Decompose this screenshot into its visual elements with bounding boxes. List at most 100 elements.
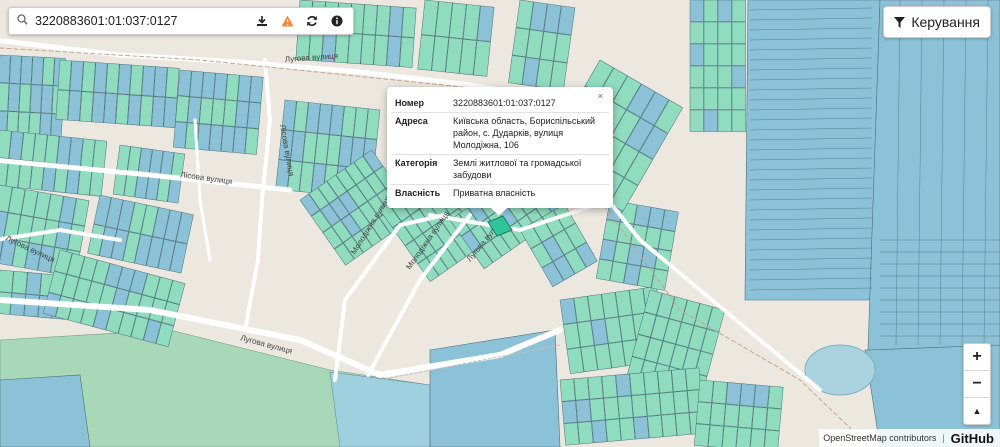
parcel[interactable] <box>69 60 84 92</box>
parcel[interactable] <box>689 0 704 22</box>
parcel[interactable] <box>362 4 378 36</box>
search-input[interactable] <box>35 14 235 28</box>
parcel[interactable] <box>739 383 756 407</box>
download-icon[interactable] <box>250 9 274 33</box>
parcel[interactable] <box>721 426 738 447</box>
parcel[interactable] <box>115 93 130 125</box>
parcel[interactable] <box>673 390 690 414</box>
parcel[interactable] <box>605 418 622 442</box>
parcel[interactable] <box>0 82 10 112</box>
parcel[interactable] <box>725 382 742 406</box>
parcel[interactable] <box>753 384 770 408</box>
parcel[interactable] <box>573 377 590 401</box>
parcel[interactable] <box>105 63 120 94</box>
github-link[interactable]: GitHub <box>951 431 994 446</box>
parcel[interactable] <box>717 21 732 44</box>
parcel[interactable] <box>717 0 732 22</box>
parcel[interactable] <box>211 98 226 126</box>
parcel[interactable] <box>223 99 238 127</box>
parcel[interactable] <box>213 72 228 100</box>
parcel[interactable] <box>587 376 604 400</box>
parcel[interactable] <box>141 65 156 97</box>
parcel[interactable] <box>165 67 180 99</box>
parcel[interactable] <box>694 423 710 447</box>
parcel[interactable] <box>117 63 132 95</box>
parcel[interactable] <box>695 401 712 425</box>
parcel[interactable] <box>103 93 118 124</box>
parcel[interactable] <box>697 379 714 403</box>
parcel[interactable] <box>0 269 14 293</box>
parcel[interactable] <box>151 96 166 128</box>
parcel[interactable] <box>717 43 732 66</box>
parcel[interactable] <box>731 21 746 44</box>
parcel[interactable] <box>661 413 678 437</box>
parcel[interactable] <box>31 56 44 86</box>
parcel[interactable] <box>153 66 168 98</box>
parcel[interactable] <box>659 391 676 416</box>
control-button[interactable]: Керування <box>883 6 991 38</box>
parcel[interactable] <box>67 90 82 122</box>
parcel[interactable] <box>689 21 704 44</box>
parcel[interactable] <box>749 428 766 447</box>
north-arrow-button[interactable]: ▲ <box>964 397 990 424</box>
parcel[interactable] <box>23 294 40 318</box>
parcel[interactable] <box>633 416 650 440</box>
parcel[interactable] <box>91 92 106 123</box>
parcel[interactable] <box>703 21 718 44</box>
parcel[interactable] <box>591 419 608 444</box>
close-icon[interactable]: × <box>598 91 603 101</box>
parcel[interactable] <box>561 400 578 424</box>
parcel[interactable] <box>360 34 376 66</box>
parcel[interactable] <box>643 371 660 395</box>
parcel[interactable] <box>93 62 108 94</box>
parcel[interactable] <box>347 33 363 65</box>
parcel[interactable] <box>220 125 236 153</box>
parcel[interactable] <box>731 65 746 88</box>
parcel[interactable] <box>647 415 664 439</box>
parcel[interactable] <box>707 424 724 447</box>
parcel[interactable] <box>208 124 224 152</box>
parcel[interactable] <box>9 55 22 84</box>
parcel[interactable] <box>175 95 190 123</box>
parcel[interactable] <box>671 368 688 392</box>
parcel[interactable] <box>177 69 192 97</box>
parcel[interactable] <box>139 95 154 127</box>
parcel[interactable] <box>401 6 417 38</box>
parcel[interactable] <box>645 393 662 417</box>
parcel[interactable] <box>617 395 634 419</box>
map-canvas[interactable]: Лугова вулиця Лісова вулиця Лісова вулиц… <box>0 0 1000 447</box>
parcel[interactable] <box>18 83 32 113</box>
refresh-icon[interactable] <box>300 9 324 33</box>
parcel[interactable] <box>79 91 94 123</box>
parcel[interactable] <box>601 374 618 399</box>
parcel[interactable] <box>631 394 648 418</box>
parcel[interactable] <box>675 412 692 436</box>
parcel[interactable] <box>244 127 259 155</box>
parcel[interactable] <box>603 396 620 420</box>
info-icon[interactable] <box>325 9 349 33</box>
parcel[interactable] <box>201 71 216 99</box>
parcel[interactable] <box>731 43 746 66</box>
parcel[interactable] <box>723 404 740 428</box>
parcel[interactable] <box>703 0 718 22</box>
parcel[interactable] <box>685 367 702 391</box>
parcel[interactable] <box>731 87 746 110</box>
parcel[interactable] <box>235 100 250 128</box>
parcel[interactable] <box>619 417 636 441</box>
parcel[interactable] <box>25 272 42 296</box>
parcel[interactable] <box>751 406 768 430</box>
parcel[interactable] <box>40 85 54 114</box>
parcel[interactable] <box>629 372 646 396</box>
parcel[interactable] <box>0 54 11 84</box>
parcel[interactable] <box>735 427 752 447</box>
parcel[interactable] <box>399 36 415 68</box>
parcel[interactable] <box>249 76 264 103</box>
parcel[interactable] <box>196 123 212 151</box>
osm-attribution[interactable]: OpenStreetMap contributors <box>823 433 936 443</box>
parcel[interactable] <box>765 407 782 431</box>
parcel[interactable] <box>575 399 592 423</box>
parcel[interactable] <box>767 385 784 409</box>
parcel[interactable] <box>81 61 96 93</box>
parcel[interactable] <box>703 65 718 88</box>
parcel[interactable] <box>127 94 142 126</box>
